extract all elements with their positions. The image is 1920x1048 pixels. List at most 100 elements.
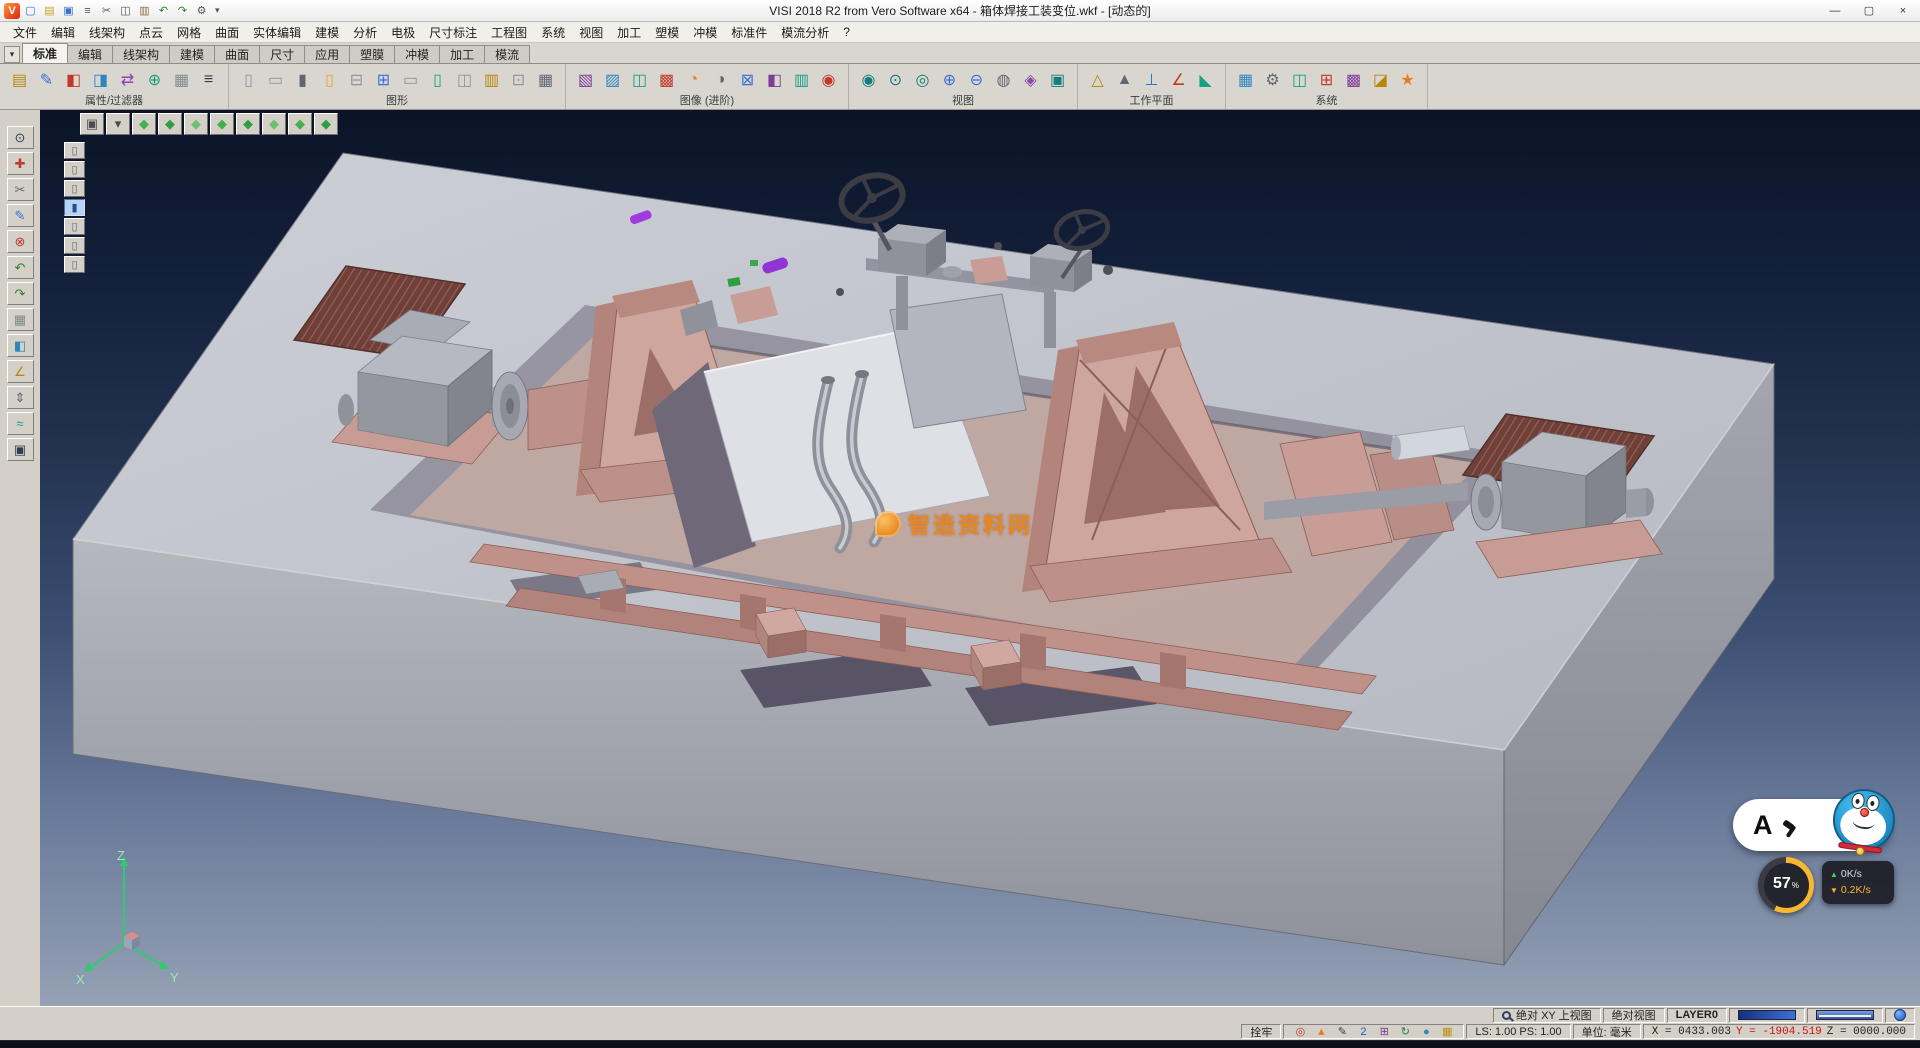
mini-tool-icon-3[interactable]: ▯ xyxy=(64,180,85,197)
ribbon-icon-3-2[interactable]: ▨ xyxy=(600,67,625,92)
crosshair-icon[interactable]: ✚ xyxy=(7,152,34,175)
ribbon-icon-6-5[interactable]: ▩ xyxy=(1341,67,1366,92)
ribbon-icon-2-1[interactable]: ▯ xyxy=(236,67,261,92)
ribbon-icon-2-2[interactable]: ▭ xyxy=(263,67,288,92)
tab-9[interactable]: 冲模 xyxy=(394,45,440,63)
view-cube-back-icon[interactable]: ◆ xyxy=(236,113,260,135)
select-box-icon[interactable]: ▣ xyxy=(7,438,34,461)
mini-tool-icon-2[interactable]: ▯ xyxy=(64,161,85,178)
status-icon-1[interactable]: ◎ xyxy=(1292,1025,1308,1038)
menu-item-20[interactable]: ? xyxy=(836,23,857,41)
tab-dropdown-icon[interactable]: ▾ xyxy=(4,46,20,63)
ribbon-icon-3-10[interactable]: ◉ xyxy=(816,67,841,92)
ribbon-icon-6-2[interactable]: ⚙ xyxy=(1260,67,1285,92)
mini-tool-icon-1[interactable]: ▯ xyxy=(64,142,85,159)
minimize-button[interactable]: — xyxy=(1818,0,1852,21)
redo-icon[interactable]: ↷ xyxy=(7,282,34,305)
ribbon-icon-3-6[interactable]: ◑ xyxy=(708,67,733,92)
ribbon-icon-2-11[interactable]: ⊡ xyxy=(506,67,531,92)
menu-item-15[interactable]: 加工 xyxy=(610,22,648,43)
copy-icon[interactable]: ◫ xyxy=(117,2,134,19)
ribbon-icon-4-8[interactable]: ▣ xyxy=(1045,67,1070,92)
active-linetype-swatch[interactable] xyxy=(1816,1010,1874,1020)
menu-item-16[interactable]: 塑模 xyxy=(648,22,686,43)
ribbon-icon-2-10[interactable]: ▥ xyxy=(479,67,504,92)
zoom-icon[interactable]: ⊙ xyxy=(7,126,34,149)
ribbon-icon-2-5[interactable]: ⊟ xyxy=(344,67,369,92)
color-swatch-cell[interactable] xyxy=(1729,1008,1805,1023)
ribbon-icon-1-6[interactable]: ⊕ xyxy=(142,67,167,92)
menu-item-11[interactable]: 尺寸标注 xyxy=(422,22,484,43)
undo-icon[interactable]: ↶ xyxy=(155,2,172,19)
paste-icon[interactable]: ▥ xyxy=(136,2,153,19)
smooth-icon[interactable]: ≈ xyxy=(7,412,34,435)
ribbon-icon-1-2[interactable]: ✎ xyxy=(34,67,59,92)
ribbon-icon-6-1[interactable]: ▦ xyxy=(1233,67,1258,92)
ribbon-icon-1-1[interactable]: ▤ xyxy=(7,67,32,92)
3d-viewport[interactable]: ▣▾◆◆◆◆◆◆◆◆ ▯▯▯▮▯▯▯ 智造资料网 Z X Y A xyxy=(40,110,1920,1006)
ribbon-icon-5-5[interactable]: ◣ xyxy=(1193,67,1218,92)
move-icon[interactable]: ⇕ xyxy=(7,386,34,409)
undo-icon[interactable]: ↶ xyxy=(7,256,34,279)
tab-10[interactable]: 加工 xyxy=(439,45,485,63)
ribbon-icon-1-3[interactable]: ◧ xyxy=(61,67,86,92)
progress-ring[interactable]: 57 % xyxy=(1758,857,1814,913)
redo-icon[interactable]: ↷ xyxy=(174,2,191,19)
status-icon-7[interactable]: ● xyxy=(1418,1026,1434,1038)
ribbon-icon-1-8[interactable]: ≡ xyxy=(196,67,221,92)
grid-icon[interactable]: ▦ xyxy=(7,308,34,331)
ribbon-icon-1-5[interactable]: ⇄ xyxy=(115,67,140,92)
status-icon-8[interactable]: ▦ xyxy=(1439,1025,1455,1038)
view-cube-top-icon[interactable]: ◆ xyxy=(132,113,156,135)
menu-item-4[interactable]: 点云 xyxy=(132,22,170,43)
menu-item-3[interactable]: 线架构 xyxy=(82,22,132,43)
tab-2[interactable]: 编辑 xyxy=(67,45,113,63)
tab-3[interactable]: 线架构 xyxy=(112,45,170,63)
menu-item-12[interactable]: 工程图 xyxy=(484,22,534,43)
render-mode-icon[interactable]: ▣ xyxy=(80,113,104,135)
angle-icon[interactable]: ∠ xyxy=(7,360,34,383)
tab-8[interactable]: 塑膜 xyxy=(349,45,395,63)
ribbon-icon-1-7[interactable]: ▦ xyxy=(169,67,194,92)
view-cube-left-icon[interactable]: ◆ xyxy=(210,113,234,135)
sketch-icon[interactable]: ✎ xyxy=(7,204,34,227)
download-overlay-widget[interactable]: A 57 % ▲0K/s ▼ xyxy=(1700,799,1900,919)
ribbon-icon-2-12[interactable]: ▦ xyxy=(533,67,558,92)
ribbon-icon-4-4[interactable]: ⊕ xyxy=(937,67,962,92)
linetype-swatch-cell[interactable] xyxy=(1807,1008,1883,1023)
status-icon-3[interactable]: ✎ xyxy=(1334,1025,1350,1038)
view-dropdown-icon[interactable]: ▾ xyxy=(106,113,130,135)
half-section-icon[interactable]: ◧ xyxy=(7,334,34,357)
menu-item-19[interactable]: 模流分析 xyxy=(774,22,836,43)
menu-item-13[interactable]: 系统 xyxy=(534,22,572,43)
ribbon-icon-5-3[interactable]: ⊥ xyxy=(1139,67,1164,92)
ribbon-icon-4-1[interactable]: ◉ xyxy=(856,67,881,92)
menu-item-8[interactable]: 建模 xyxy=(308,22,346,43)
view-cube-iso-icon[interactable]: ◆ xyxy=(288,113,312,135)
ribbon-icon-3-3[interactable]: ◫ xyxy=(627,67,652,92)
ribbon-icon-4-3[interactable]: ◎ xyxy=(910,67,935,92)
tab-6[interactable]: 尺寸 xyxy=(259,45,305,63)
view-mode-cell[interactable]: 绝对 XY 上视图 xyxy=(1493,1008,1601,1023)
layer-cell[interactable]: LAYER0 xyxy=(1667,1008,1727,1023)
ribbon-icon-2-3[interactable]: ▮ xyxy=(290,67,315,92)
status-icon-2[interactable]: ▲ xyxy=(1313,1026,1329,1038)
trim-icon[interactable]: ✂ xyxy=(7,178,34,201)
quick-access-caret-icon[interactable]: ▾ xyxy=(212,5,223,16)
status-icon-6[interactable]: ↻ xyxy=(1397,1025,1413,1038)
overlay-pill[interactable]: A xyxy=(1733,799,1891,851)
ribbon-icon-3-4[interactable]: ▩ xyxy=(654,67,679,92)
maximize-button[interactable]: ▢ xyxy=(1852,0,1886,21)
ribbon-icon-4-2[interactable]: ⊙ xyxy=(883,67,908,92)
menu-item-9[interactable]: 分析 xyxy=(346,22,384,43)
ribbon-icon-6-7[interactable]: ★ xyxy=(1395,67,1420,92)
lock-toggle[interactable]: 拴牢 xyxy=(1241,1024,1281,1039)
mini-tool-icon-5[interactable]: ▯ xyxy=(64,218,85,235)
ribbon-icon-5-1[interactable]: △ xyxy=(1085,67,1110,92)
ribbon-icon-4-7[interactable]: ◈ xyxy=(1018,67,1043,92)
absolute-view-cell[interactable]: 绝对视图 xyxy=(1603,1008,1665,1023)
cut-icon[interactable]: ✂ xyxy=(98,2,115,19)
open-file-icon[interactable]: ▤ xyxy=(41,2,58,19)
tab-1[interactable]: 标准 xyxy=(22,43,68,63)
ribbon-icon-4-6[interactable]: ◍ xyxy=(991,67,1016,92)
